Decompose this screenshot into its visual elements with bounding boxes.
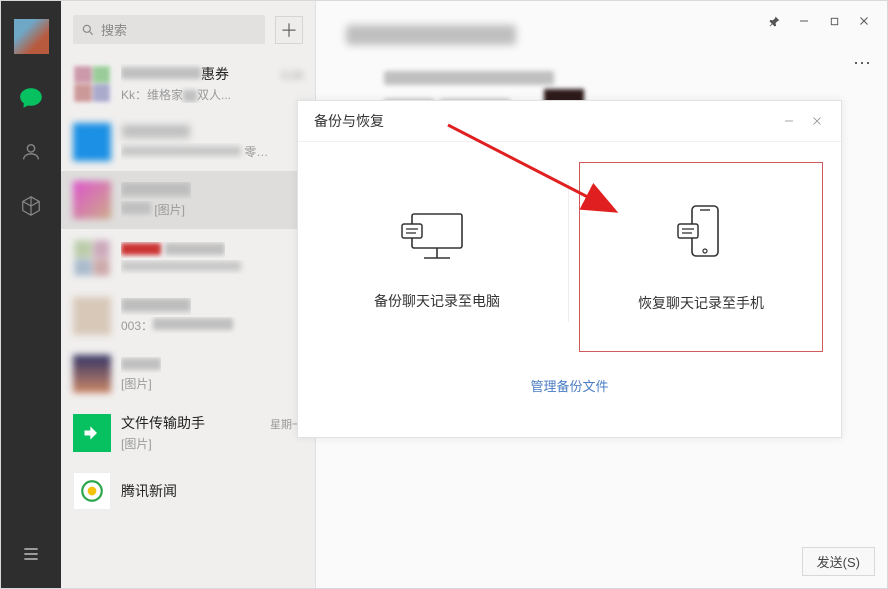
chat-item[interactable]: 003： bbox=[61, 287, 315, 345]
search-input[interactable]: 搜索 bbox=[73, 15, 265, 44]
dialog-title: 备份与恢复 bbox=[314, 111, 384, 131]
avatar[interactable] bbox=[14, 19, 49, 54]
nav-chat-icon[interactable] bbox=[17, 84, 45, 112]
nav-cube-icon[interactable] bbox=[17, 192, 45, 220]
chat-item-tencent-news[interactable]: 腾讯新闻 bbox=[61, 462, 315, 520]
send-button[interactable]: 发送(S) bbox=[802, 547, 875, 576]
chat-item[interactable]: 零… bbox=[61, 113, 315, 171]
restore-to-phone-option[interactable]: 恢复聊天记录至手机 bbox=[579, 162, 823, 352]
minimize-button[interactable] bbox=[789, 6, 819, 36]
pin-icon[interactable] bbox=[759, 6, 789, 36]
chat-name: 文件传输助手 bbox=[121, 413, 205, 433]
chat-item-file-transfer[interactable]: 文件传输助手星期一 [图片] bbox=[61, 403, 315, 462]
search-placeholder: 搜索 bbox=[101, 20, 127, 39]
chat-item[interactable] bbox=[61, 229, 315, 287]
chat-title bbox=[346, 25, 516, 45]
left-navbar bbox=[1, 1, 61, 588]
chat-name: 腾讯新闻 bbox=[121, 481, 177, 501]
chat-item[interactable]: [图片] bbox=[61, 345, 315, 403]
backup-restore-dialog: 备份与恢复 备份聊天记录至电脑 bbox=[297, 100, 842, 438]
nav-contacts-icon[interactable] bbox=[17, 138, 45, 166]
nav-menu-icon[interactable] bbox=[17, 540, 45, 568]
backup-label: 备份聊天记录至电脑 bbox=[374, 291, 500, 311]
more-icon[interactable]: ⋯ bbox=[853, 53, 873, 74]
phone-icon bbox=[666, 202, 736, 273]
dialog-close-button[interactable] bbox=[809, 113, 825, 129]
dialog-minimize-button[interactable] bbox=[781, 113, 797, 129]
close-button[interactable] bbox=[849, 6, 879, 36]
chat-item[interactable]: [图片] bbox=[61, 171, 315, 229]
chat-list: 搜索 ＋ 惠券0:28 Kk：维格家双人... 零… bbox=[61, 1, 316, 588]
chat-preview: [图片] bbox=[121, 435, 303, 452]
chat-item[interactable]: 惠券0:28 Kk：维格家双人... bbox=[61, 54, 315, 113]
maximize-button[interactable] bbox=[819, 6, 849, 36]
backup-to-pc-option[interactable]: 备份聊天记录至电脑 bbox=[316, 162, 558, 352]
search-icon bbox=[81, 23, 95, 37]
restore-label: 恢复聊天记录至手机 bbox=[638, 293, 764, 313]
computer-icon bbox=[398, 204, 476, 271]
new-chat-button[interactable]: ＋ bbox=[275, 16, 303, 44]
manage-backups-link[interactable]: 管理备份文件 bbox=[530, 379, 608, 394]
